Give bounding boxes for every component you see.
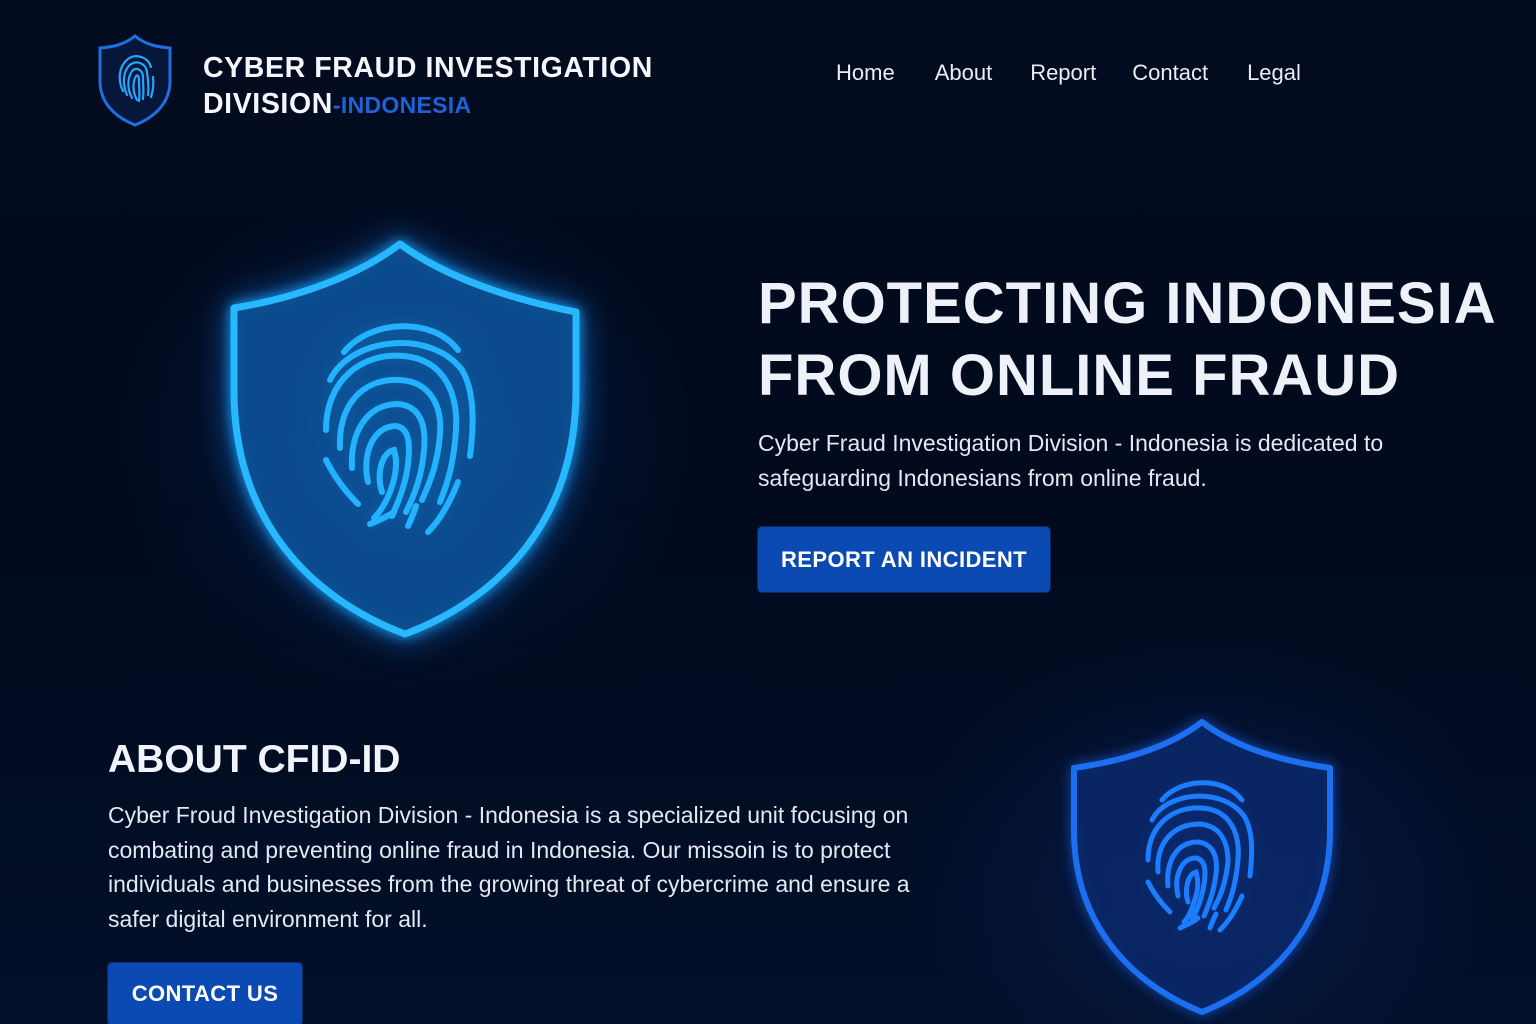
- about-title: ABOUT CFID-ID: [108, 738, 401, 781]
- nav-home[interactable]: Home: [836, 58, 895, 88]
- hero-title-line-2: FROM ONLINE FRAUD: [758, 343, 1401, 408]
- brand-country: INDONESIA: [340, 92, 472, 118]
- main-nav: Home About Report Contact Legal: [836, 58, 1341, 88]
- brand-line-1: CYBER FRAUD INVESTIGATION: [203, 52, 653, 84]
- brand-division: DIVISION: [203, 88, 333, 120]
- hero-title: PROTECTING INDONESIA FROM ONLINE FRAUD: [758, 268, 1498, 412]
- contact-us-button[interactable]: CONTACT US: [108, 963, 302, 1024]
- brand-dash: -: [332, 92, 341, 118]
- shield-fingerprint-icon: [1071, 719, 1333, 1015]
- nav-report[interactable]: Report: [1030, 58, 1096, 88]
- nav-about[interactable]: About: [935, 58, 993, 88]
- hero-title-line-1: PROTECTING INDONESIA: [758, 271, 1497, 336]
- logo-shield-fingerprint-icon[interactable]: [96, 33, 174, 128]
- hero-shield-fingerprint-icon: [200, 220, 610, 660]
- nav-legal[interactable]: Legal: [1247, 58, 1301, 88]
- shield-fingerprint-icon: [98, 34, 172, 127]
- about-shield-fingerprint-icon: [1062, 712, 1342, 1024]
- brand-line-2: DIVISION-INDONESIA: [203, 86, 653, 123]
- about-description: Cyber Froud Investigation Division - Ind…: [108, 802, 910, 932]
- brand-title[interactable]: CYBER FRAUD INVESTIGATION DIVISION-INDON…: [203, 50, 653, 123]
- nav-contact[interactable]: Contact: [1132, 58, 1208, 88]
- shield-fingerprint-icon: [230, 240, 580, 638]
- report-incident-button[interactable]: REPORT AN INCIDENT: [758, 527, 1050, 592]
- hero-description: Cyber Fraud Investigation Division - Ind…: [758, 430, 1384, 491]
- page: CYBER FRAUD INVESTIGATION DIVISION-INDON…: [0, 0, 1536, 1024]
